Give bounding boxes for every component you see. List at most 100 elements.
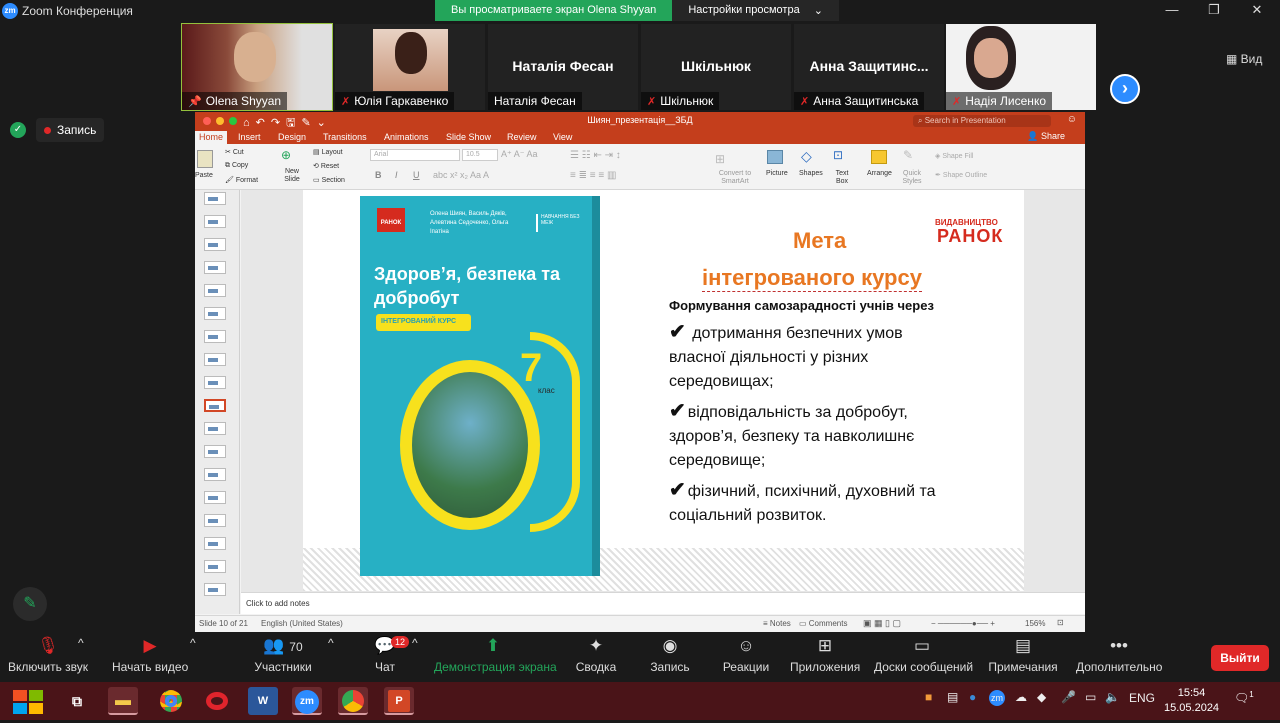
section-button[interactable]: ▭ Section	[313, 176, 345, 184]
slide-thumbnail[interactable]	[204, 491, 226, 504]
unmute-button[interactable]: 🎙 Включить звук	[8, 636, 88, 674]
zoom-level[interactable]: 156%	[1025, 619, 1045, 628]
participant-tile[interactable]: ✗ Надія Лисенко	[946, 24, 1096, 110]
tab-transitions[interactable]: Transitions	[323, 132, 367, 142]
tray-printer-icon[interactable]: ▤	[947, 690, 958, 704]
tray-app-icon[interactable]: ■	[925, 690, 932, 704]
more-button[interactable]: ••• Дополнительно	[1076, 636, 1162, 674]
comments-toggle[interactable]: ▭ Comments	[799, 619, 847, 628]
tab-view[interactable]: View	[553, 132, 572, 142]
participant-tile[interactable]: Шкільнюк ✗ Шкільнюк	[641, 24, 791, 110]
minimize-button[interactable]: —	[1162, 2, 1182, 17]
participant-tile[interactable]: Наталія Фесан Наталія Фесан	[488, 24, 638, 110]
view-button[interactable]: ▦ Вид	[1226, 52, 1262, 66]
chevron-up-icon[interactable]: ^	[328, 636, 334, 650]
slide-thumbnail[interactable]	[204, 330, 226, 343]
slide-thumbnail[interactable]	[204, 261, 226, 274]
clock[interactable]: 15:54 15.05.2024	[1164, 686, 1219, 716]
slide-thumbnail[interactable]	[204, 238, 226, 251]
tab-design[interactable]: Design	[278, 132, 306, 142]
align-icons[interactable]: ≡ ≣ ≡ ≡ ▥	[570, 170, 616, 181]
font-name-select[interactable]: Arial	[370, 149, 460, 161]
picture-icon[interactable]	[767, 150, 783, 164]
recording-badge[interactable]: Запись	[36, 118, 105, 142]
whiteboards-button[interactable]: ▭ Доски сообщений	[874, 636, 973, 674]
participant-tile[interactable]: 📌 Olena Shyyan	[181, 23, 333, 111]
text-format-icons[interactable]: abc x² x₂ Aa A	[433, 170, 489, 180]
chevron-up-icon[interactable]: ^	[78, 636, 84, 650]
slide-thumbnail[interactable]	[204, 468, 226, 481]
share-screen-button[interactable]: ⬆ Демонстрация экрана	[434, 636, 557, 674]
tab-slide-show[interactable]: Slide Show	[446, 132, 491, 142]
slide-thumbnail[interactable]	[204, 215, 226, 228]
notifications-icon[interactable]: 🗨1	[1234, 690, 1254, 705]
slide-thumbnail[interactable]	[204, 307, 226, 320]
participants-button[interactable]: 👥 70 Участники	[254, 636, 312, 674]
close-button[interactable]: ✕	[1247, 2, 1267, 18]
maximize-button[interactable]: ❐	[1204, 2, 1224, 18]
participant-tile[interactable]: ✗ Юлія Гаркавенко	[335, 24, 485, 110]
fit-slide-icon[interactable]: ⊡	[1057, 618, 1064, 627]
bold-button[interactable]: B	[375, 170, 382, 180]
tray-zoom-icon[interactable]: zm	[989, 690, 1005, 706]
notes-input[interactable]: Click to add notes	[241, 592, 1085, 614]
copy-button[interactable]: ⧉ Copy	[225, 162, 248, 170]
arrange-button[interactable]: Arrange	[867, 170, 892, 177]
slide-thumbnail[interactable]	[204, 422, 226, 435]
file-explorer-icon[interactable]: ▬	[108, 687, 138, 715]
zoom-icon[interactable]: zm	[292, 687, 322, 715]
cut-button[interactable]: ✂ Cut	[225, 148, 244, 156]
leave-button[interactable]: Выйти	[1211, 645, 1269, 671]
tray-security-icon[interactable]: ◆	[1037, 690, 1046, 704]
notes-toggle[interactable]: ≡ Notes	[763, 619, 791, 628]
word-icon[interactable]: W	[248, 687, 278, 715]
tab-insert[interactable]: Insert	[238, 132, 261, 142]
chevron-up-icon[interactable]: ^	[412, 636, 418, 650]
chrome-icon[interactable]	[156, 687, 186, 715]
task-view-icon[interactable]: ⧉	[62, 687, 92, 715]
slide-thumbnail[interactable]	[204, 445, 226, 458]
language-status[interactable]: English (United States)	[261, 619, 343, 628]
start-video-button[interactable]: ▶ Начать видео	[112, 636, 188, 674]
italic-button[interactable]: I	[395, 170, 398, 180]
view-settings-button[interactable]: Настройки просмотра ⌄	[672, 0, 839, 21]
slide-thumbnail[interactable]	[204, 353, 226, 366]
record-button[interactable]: ◉ Запись	[648, 636, 692, 674]
arrange-icon[interactable]	[871, 150, 887, 164]
slide-thumbnail[interactable]	[204, 376, 226, 389]
tab-home[interactable]: Home	[195, 131, 228, 144]
slide-thumbnail[interactable]	[204, 284, 226, 297]
reactions-button[interactable]: ☺ Реакции	[722, 636, 770, 674]
smartart-icon[interactable]: ⊞	[715, 152, 725, 166]
slide-thumbnail[interactable]	[204, 192, 226, 205]
new-slide-button[interactable]: New Slide	[283, 168, 301, 184]
tray-chrome-icon[interactable]: ●	[969, 690, 976, 704]
annotate-pencil-icon[interactable]: ✎	[13, 587, 47, 621]
share-button[interactable]: 👤 Share	[1027, 131, 1065, 142]
slide-thumbnail[interactable]	[204, 583, 226, 596]
search-input[interactable]: ⌕ Search in Presentation	[913, 115, 1051, 127]
apps-button[interactable]: ⊞ Приложения	[790, 636, 860, 674]
textbox-button[interactable]: Text Box	[835, 170, 849, 186]
powerpoint-icon[interactable]: P	[384, 687, 414, 715]
tray-cloud-icon[interactable]: ☁	[1015, 690, 1027, 704]
shapes-button[interactable]: Shapes	[799, 170, 823, 177]
picture-button[interactable]: Picture	[766, 170, 788, 177]
tray-mic-icon[interactable]: 🎤	[1061, 690, 1076, 704]
chrome-alt-icon[interactable]	[338, 687, 368, 715]
reset-button[interactable]: ⟲ Reset	[313, 162, 339, 170]
tab-review[interactable]: Review	[507, 132, 537, 142]
chevron-up-icon[interactable]: ^	[190, 636, 196, 650]
convert-smartart-button[interactable]: Convert to SmartArt	[717, 170, 753, 186]
font-size-select[interactable]: 10.5	[462, 149, 498, 161]
view-mode-icons[interactable]: ▣ ▦ ▯ ▢	[863, 618, 901, 629]
notes-button[interactable]: ▤ Примечания	[988, 636, 1058, 674]
quick-styles-button[interactable]: Quick Styles	[901, 170, 923, 186]
volume-icon[interactable]: 🔈	[1105, 690, 1120, 704]
battery-icon[interactable]: ▭	[1085, 690, 1096, 704]
current-slide[interactable]: РАНОК Олена Шиян, Василь Дяків, Алевтина…	[303, 190, 1024, 591]
zoom-slider[interactable]: − ──────●── +	[931, 619, 995, 628]
shapes-icon[interactable]: ◇	[801, 148, 812, 165]
shield-icon[interactable]: ✓	[10, 122, 26, 138]
language-indicator[interactable]: ENG	[1129, 691, 1155, 705]
